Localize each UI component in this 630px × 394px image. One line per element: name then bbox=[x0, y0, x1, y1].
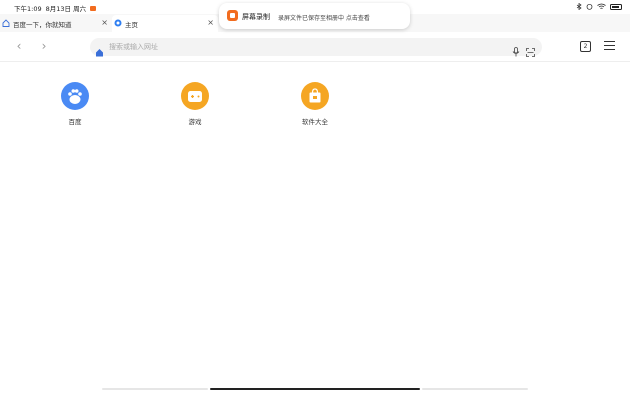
tab-close-button[interactable]: × bbox=[101, 18, 108, 27]
status-date: 8月13日 周六 bbox=[45, 5, 87, 13]
tab-title: 主页 bbox=[125, 20, 138, 29]
screen-record-notification[interactable]: 屏幕录制 录屏文件已保存至相册中 点击查看 bbox=[219, 3, 410, 29]
shortcut-games[interactable]: 游戏 bbox=[165, 82, 225, 130]
shortcut-label: 百度 bbox=[68, 118, 82, 126]
scan-icon[interactable] bbox=[526, 42, 535, 57]
notification-title: 屏幕录制 bbox=[242, 13, 270, 21]
shortcut-label: 游戏 bbox=[188, 118, 202, 126]
forward-button[interactable]: › bbox=[38, 40, 50, 52]
shortcut-baidu[interactable]: 百度 bbox=[45, 82, 105, 130]
tab-home[interactable]: 主页 × bbox=[112, 15, 218, 32]
microphone-icon[interactable] bbox=[512, 42, 520, 57]
notification-text: 录屏文件已保存至相册中 点击查看 bbox=[278, 15, 370, 22]
search-input[interactable]: 搜索或输入网址 bbox=[109, 42, 158, 52]
status-right bbox=[576, 3, 622, 10]
address-bar[interactable]: 搜索或输入网址 bbox=[90, 38, 542, 57]
home-icon bbox=[95, 42, 104, 57]
gesture-bar-right bbox=[422, 388, 528, 390]
shortcut-label: 软件大全 bbox=[302, 118, 328, 126]
alarm-icon bbox=[586, 3, 593, 10]
battery-icon bbox=[610, 3, 622, 10]
bluetooth-icon bbox=[576, 3, 582, 10]
gesture-bar-left bbox=[102, 388, 208, 390]
home-circle-icon bbox=[114, 19, 122, 27]
baidu-paw-icon bbox=[2, 19, 10, 27]
recording-indicator-icon bbox=[90, 5, 97, 11]
shortcut-software[interactable]: 软件大全 bbox=[285, 82, 345, 130]
status-time: 下午1:09 bbox=[14, 5, 42, 13]
shopping-bag-icon bbox=[301, 82, 329, 110]
tab-baidu[interactable]: 百度一下，你就知道 × bbox=[0, 15, 112, 32]
browser-toolbar: ‹ › 搜索或输入网址 2 bbox=[0, 32, 630, 62]
tab-close-button[interactable]: × bbox=[207, 18, 214, 27]
wifi-icon bbox=[597, 3, 606, 9]
tabs-count-button[interactable]: 2 bbox=[580, 41, 591, 52]
home-indicator[interactable] bbox=[210, 388, 420, 390]
menu-icon[interactable] bbox=[604, 41, 615, 51]
tab-title: 百度一下，你就知道 bbox=[13, 20, 72, 29]
gamepad-icon bbox=[181, 82, 209, 110]
back-button[interactable]: ‹ bbox=[13, 40, 25, 52]
screen-record-icon bbox=[227, 10, 238, 21]
status-left: 下午1:09 8月13日 周六 bbox=[14, 3, 97, 13]
baidu-paw-icon bbox=[61, 82, 89, 110]
